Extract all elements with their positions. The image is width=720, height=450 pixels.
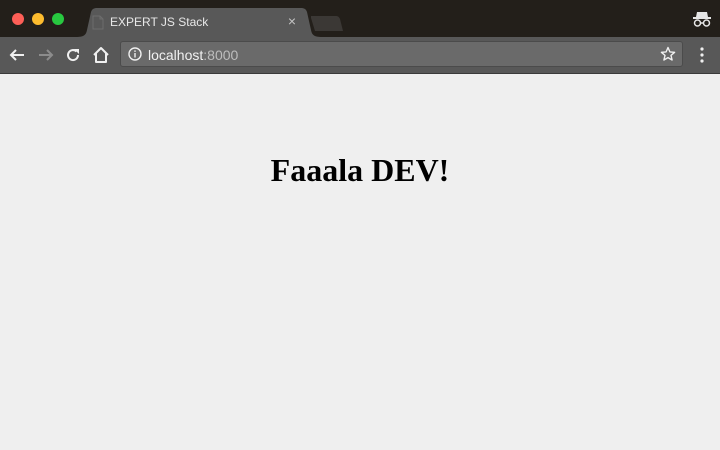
- browser-titlebar: EXPERT JS Stack ×: [0, 0, 720, 37]
- browser-toolbar: localhost:8000: [0, 37, 720, 74]
- address-bar[interactable]: localhost:8000: [120, 41, 683, 67]
- back-arrow-icon: [9, 49, 24, 61]
- home-button[interactable]: [91, 45, 111, 65]
- url-host: localhost: [148, 47, 204, 63]
- url-port: :8000: [203, 47, 239, 63]
- home-icon: [93, 47, 109, 63]
- page-heading: Faaala DEV!: [270, 152, 450, 188]
- forward-button[interactable]: [36, 45, 56, 65]
- window-maximize-button[interactable]: [52, 13, 64, 25]
- document-icon: [92, 15, 104, 30]
- reload-icon: [67, 49, 80, 62]
- window-minimize-button[interactable]: [32, 13, 44, 25]
- page-content: Faaala DEV!: [0, 74, 720, 450]
- url-text: localhost:8000: [148, 47, 238, 63]
- active-tab[interactable]: EXPERT JS Stack ×: [76, 8, 322, 37]
- back-button[interactable]: [7, 45, 27, 65]
- window-close-button[interactable]: [12, 13, 24, 25]
- tab-close-icon[interactable]: ×: [284, 13, 300, 29]
- incognito-icon[interactable]: [692, 10, 712, 28]
- info-icon[interactable]: [128, 47, 142, 61]
- more-vert-icon[interactable]: [695, 46, 709, 64]
- star-icon[interactable]: [660, 46, 676, 62]
- new-tab-button[interactable]: [310, 16, 344, 31]
- forward-arrow-icon: [39, 49, 54, 61]
- reload-button[interactable]: [63, 45, 83, 65]
- tab-title: EXPERT JS Stack: [110, 15, 209, 29]
